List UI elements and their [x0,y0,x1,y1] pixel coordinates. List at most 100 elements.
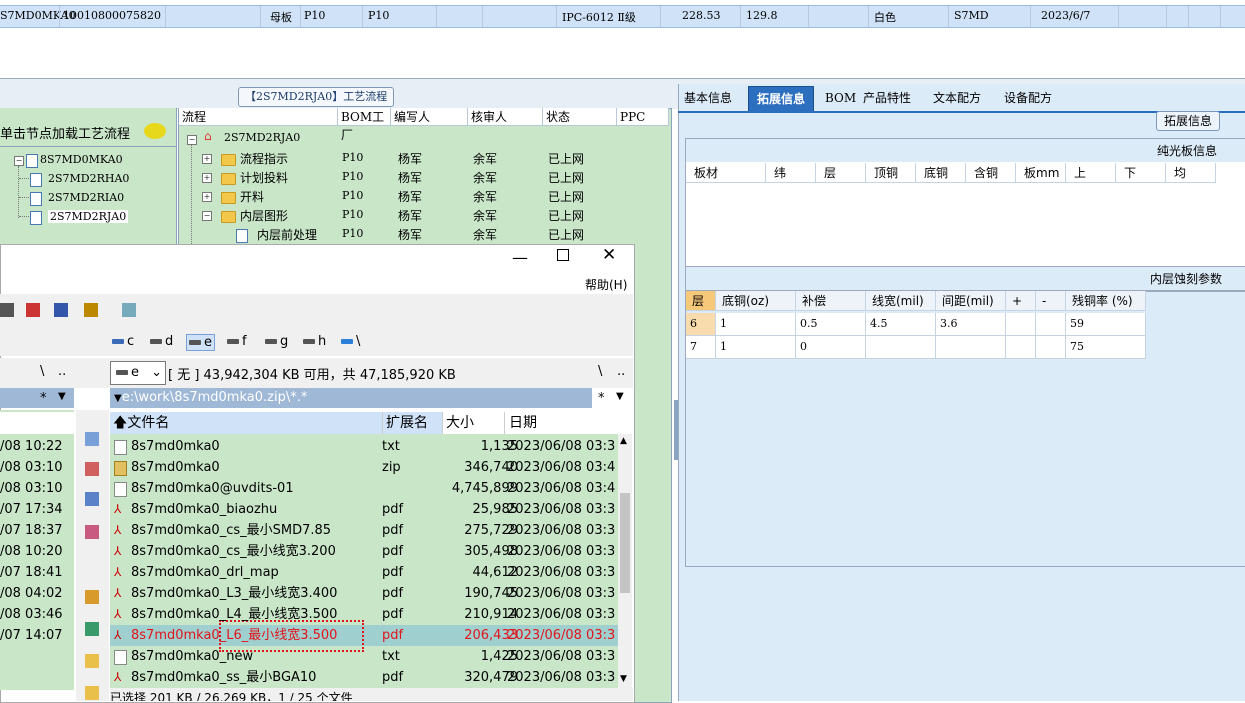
flow-step-name[interactable]: 开料 [240,188,264,205]
flow-col-header[interactable]: BOM工厂 [338,108,391,142]
file-row[interactable]: ⅄ 8s7md0mka0_ss_最小BGA10 pdf 320,479 2023/06/… [112,667,632,688]
etch-cell[interactable]: 1 [716,313,796,336]
polish-col-header[interactable]: 顶铜 [866,163,916,183]
view-icon[interactable] [85,432,99,446]
file-row[interactable]: ⅄ 8s7md0mka0_L3_最小线宽3.400 pdf 190,745 2023/0… [112,583,632,604]
etch-cell[interactable] [1036,336,1066,359]
etch-col-header[interactable]: 间距(mil) [936,291,1006,311]
etch-cell[interactable]: 59 [1066,313,1146,336]
pack-icon[interactable] [84,303,98,317]
etch-col-header[interactable]: 层 [686,291,716,311]
etch-cell[interactable]: 0.5 [796,313,866,336]
left-filter[interactable]: * [40,391,47,406]
left-file-date[interactable]: /08 10:20 [0,541,63,562]
folder-icon-2[interactable] [85,686,99,700]
polish-col-header[interactable]: 板mm [1016,163,1066,183]
file-row[interactable]: ⅄ 8s7md0mka0_cs_最小线宽3.200 pdf 305,498 2023/0… [112,541,632,562]
etch-col-header[interactable]: + [1006,291,1036,311]
folder-icon[interactable] [85,654,99,668]
tab-basic-info[interactable]: 基本信息 [684,86,732,110]
etch-cell[interactable]: 6 [686,313,716,336]
left-file-date[interactable]: /08 10:22 [0,436,63,457]
tab-equipment-recipe[interactable]: 设备配方 [1004,86,1052,110]
polish-col-header[interactable]: 上 [1066,163,1116,183]
file-row[interactable]: ⅄ 8s7md0mka0_L6_最小线宽3.500 pdf 206,433 2023/0… [112,625,632,646]
etch-cell[interactable]: 0 [796,336,866,359]
tree-child[interactable]: 2S7MD2RIA0 [48,191,124,204]
file-row[interactable]: ⅄ 8s7md0mka0_biaozhu pdf 25,985 2023/06/08 0… [112,499,632,520]
drive-button[interactable]: c [112,334,134,349]
copy-icon[interactable] [85,492,99,506]
etch-cell[interactable] [1006,313,1036,336]
drive-button[interactable]: \ [341,334,360,349]
left-file-date[interactable]: /07 14:07 [0,625,63,646]
polish-col-header[interactable]: 均 [1166,163,1216,183]
file-row[interactable]: ⅄ 8s7md0mka0_cs_最小SMD7.85 pdf 275,729 2023/0… [112,520,632,541]
help-menu[interactable]: 帮助(H) [585,276,627,293]
drive-button[interactable]: d [150,334,173,349]
col-size[interactable]: 大小 [443,412,505,434]
etch-cell[interactable]: 75 [1066,336,1146,359]
etch-cell[interactable]: 7 [686,336,716,359]
drive-select[interactable]: e ⌄ [110,361,166,385]
flow-col-header[interactable]: 流程 [179,108,338,126]
flow-expand-icon[interactable]: + [202,154,212,164]
tree-root[interactable]: 8S7MD0MKA0 [40,153,123,166]
polish-col-header[interactable]: 下 [1116,163,1166,183]
flow-step-name[interactable]: 内层图形 [240,207,288,224]
right-up-button[interactable]: .. [617,364,625,379]
left-up-button[interactable]: .. [58,364,66,379]
flow-root[interactable]: 2S7MD2RJA0 [224,131,300,144]
file-row[interactable]: ⅄ 8s7md0mka0_L4_最小线宽3.500 pdf 210,914 2023/0… [112,604,632,625]
left-file-date[interactable]: /07 17:34 [0,499,63,520]
etch-cell[interactable] [936,336,1006,359]
drive-button[interactable]: h [303,334,326,349]
drive-button[interactable]: g [265,334,288,349]
pack-file-icon[interactable] [85,590,99,604]
left-file-date[interactable]: /07 18:41 [0,562,63,583]
etch-cell[interactable]: 1 [716,336,796,359]
flow-step-name[interactable]: 内层前处理 [257,226,317,243]
extended-info-button[interactable]: 拓展信息 [1156,111,1220,131]
file-row[interactable]: 8s7md0mka0 txt 1,135 2023/06/08 03:3 [112,436,632,457]
polish-col-header[interactable]: 板材 [686,163,766,183]
binoculars-icon[interactable] [0,303,14,317]
etch-cell[interactable]: 4.5 [866,313,936,336]
polish-col-header[interactable]: 层 [816,163,866,183]
flow-col-header[interactable]: PPC [617,108,669,126]
current-path[interactable]: ▼e:\work\8s7md0mka0.zip\*.* [110,388,592,408]
close-button[interactable]: ✕ [602,245,616,265]
polish-col-header[interactable]: 纬 [766,163,816,183]
etch-col-header[interactable]: - [1036,291,1066,311]
tab-extended-info[interactable]: 拓展信息 [748,86,815,112]
etch-col-header[interactable]: 底铜(oz) [716,291,796,311]
flow-col-header[interactable]: 核审人 [468,108,543,126]
etch-cell[interactable] [866,336,936,359]
file-row[interactable]: ⅄ 8s7md0mka0_drl_map pdf 44,612 2023/06/08 0… [112,562,632,583]
col-filename[interactable]: 🡅文件名 [110,412,383,434]
move-icon[interactable] [85,525,99,539]
selected-record-row[interactable]: S7MD0MKA0 10010800075820 母板 P10 P10 IPC-… [0,5,1245,28]
tree-icon[interactable] [54,303,68,317]
file-row[interactable]: 8s7md0mka0 zip 346,740 2023/06/08 03:4 [112,457,632,478]
notepad-icon[interactable] [122,303,136,317]
polish-col-header[interactable]: 底铜 [916,163,966,183]
tab-text-recipe[interactable]: 文本配方 [933,86,981,110]
etch-cell[interactable] [1036,313,1066,336]
etch-col-header[interactable]: 线宽(mil) [866,291,936,311]
file-row[interactable]: 8s7md0mka0_new txt 1,425 2023/06/08 03:3 [112,646,632,667]
polish-col-header[interactable]: 含铜 [966,163,1016,183]
flow-col-header[interactable]: 编写人 [391,108,468,126]
minimize-button[interactable]: — [512,248,528,267]
flow-col-header[interactable]: 状态 [543,108,617,126]
drive-button[interactable]: f [227,334,247,349]
left-file-date[interactable]: /08 03:46 [0,604,63,625]
maximize-button[interactable] [557,249,569,261]
edit-file-icon[interactable] [85,462,99,476]
etch-col-header[interactable]: 补偿 [796,291,866,311]
edit-icon[interactable] [26,303,40,317]
flow-step-name[interactable]: 流程指示 [240,150,288,167]
etch-cell[interactable]: 3.6 [936,313,1006,336]
right-filter[interactable]: * [598,391,605,406]
tab-product-features[interactable]: 产品特性 [863,86,911,110]
